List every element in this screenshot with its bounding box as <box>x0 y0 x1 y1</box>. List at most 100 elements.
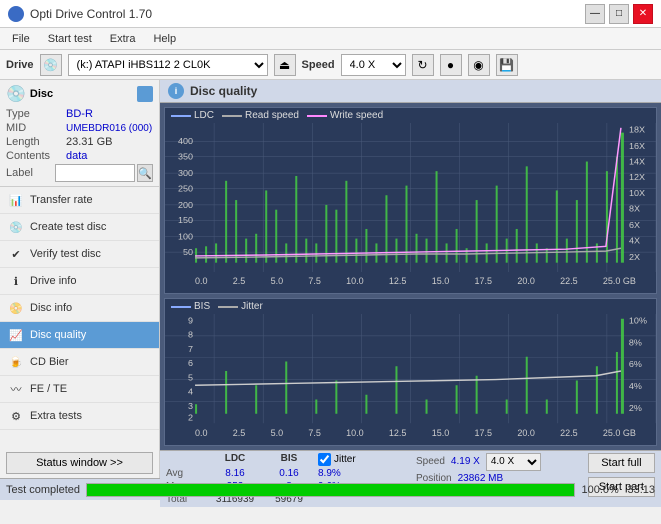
legend-bis: BIS <box>171 301 210 312</box>
stats-bar: LDC BIS Jitter Avg 8.16 0.16 8.9% Max 35… <box>160 450 661 507</box>
svg-text:400: 400 <box>178 136 193 146</box>
minimize-button[interactable]: — <box>585 4 605 24</box>
ldc-col-header: LDC <box>210 453 260 466</box>
save-button[interactable]: 💾 <box>496 54 518 76</box>
disc-label-input[interactable] <box>55 164 135 182</box>
progress-bar-outer <box>86 483 575 497</box>
legend-read-label: Read speed <box>245 110 299 121</box>
nav-items: 📊 Transfer rate 💿 Create test disc ✔ Ver… <box>0 187 159 448</box>
charts-container: LDC Read speed Write speed <box>160 103 661 450</box>
chart1-legend: LDC Read speed Write speed <box>165 108 656 123</box>
svg-text:4X: 4X <box>629 236 640 246</box>
legend-jitter-label: Jitter <box>241 301 263 312</box>
legend-read: Read speed <box>222 110 299 121</box>
svg-text:12X: 12X <box>629 172 645 182</box>
sidebar-item-disc-quality[interactable]: 📈 Disc quality <box>0 322 159 349</box>
sidebar-item-label: Extra tests <box>30 410 82 422</box>
sidebar-item-label: Create test disc <box>30 221 106 233</box>
content-header-title: Disc quality <box>190 84 257 98</box>
content-header: i Disc quality <box>160 80 661 103</box>
status-text: Test completed <box>6 484 80 496</box>
svg-text:10X: 10X <box>629 188 645 198</box>
jitter-color <box>218 306 238 308</box>
eject-button[interactable]: ⏏ <box>274 54 296 76</box>
chart2-svg: 9 8 7 6 5 4 3 2 10% 8% 6% 4% <box>165 314 656 423</box>
menu-bar: File Start test Extra Help <box>0 28 661 50</box>
drive-select[interactable]: (k:) ATAPI iHBS112 2 CL0K <box>68 54 268 76</box>
disc-type-value: BD-R <box>66 108 93 120</box>
disc-label-search-btn[interactable]: 🔍 <box>137 164 153 182</box>
sidebar-item-label: Disc quality <box>30 329 86 341</box>
drive-info-icon: ℹ <box>8 273 24 289</box>
sidebar-item-create-test-disc[interactable]: 💿 Create test disc <box>0 214 159 241</box>
svg-text:6X: 6X <box>629 220 640 230</box>
create-test-disc-icon: 💿 <box>8 219 24 235</box>
close-button[interactable]: ✕ <box>633 4 653 24</box>
drive-label: Drive <box>6 59 34 71</box>
verify-test-disc-icon: ✔ <box>8 246 24 262</box>
start-full-button[interactable]: Start full <box>588 453 655 473</box>
disc-contents-row: Contents data <box>6 150 153 162</box>
sidebar-item-drive-info[interactable]: ℹ Drive info <box>0 268 159 295</box>
sidebar-item-extra-tests[interactable]: ⚙ Extra tests <box>0 403 159 430</box>
jitter-checkbox[interactable] <box>318 453 331 466</box>
sidebar-item-verify-test-disc[interactable]: ✔ Verify test disc <box>0 241 159 268</box>
svg-text:300: 300 <box>178 168 193 178</box>
maximize-button[interactable]: □ <box>609 4 629 24</box>
menu-extra[interactable]: Extra <box>102 32 144 46</box>
chart2-x-axis: 0.0 2.5 5.0 7.5 10.0 12.5 15.0 17.5 20.0… <box>165 427 656 439</box>
disc-length-label: Length <box>6 136 66 148</box>
disc-mid-row: MID UMEBDR016 (000) <box>6 122 153 134</box>
sidebar-item-label: FE / TE <box>30 383 67 395</box>
menu-help[interactable]: Help <box>145 32 184 46</box>
title-bar: Opti Drive Control 1.70 — □ ✕ <box>0 0 661 28</box>
sidebar-item-transfer-rate[interactable]: 📊 Transfer rate <box>0 187 159 214</box>
drive-icon[interactable]: 💿 <box>40 54 62 76</box>
sidebar-item-disc-info[interactable]: 📀 Disc info <box>0 295 159 322</box>
disc-label: Disc <box>30 88 53 100</box>
speed-stat-select[interactable]: 4.0 X <box>486 453 541 471</box>
avg-row-label: Avg <box>166 468 206 479</box>
svg-text:350: 350 <box>178 152 193 162</box>
chart1-svg: 400 350 300 250 200 150 100 50 18X 16X 1… <box>165 123 656 272</box>
svg-text:16X: 16X <box>629 141 645 151</box>
chart1-x-axis: 0.0 2.5 5.0 7.5 10.0 12.5 15.0 17.5 20.0… <box>165 275 656 287</box>
chart2-panel: BIS Jitter <box>164 298 657 445</box>
app-logo <box>8 6 24 22</box>
sidebar-item-label: CD Bier <box>30 356 69 368</box>
disc-btn1[interactable]: ● <box>440 54 462 76</box>
fe-te-icon: 〰 <box>8 381 24 397</box>
svg-text:2X: 2X <box>629 252 640 262</box>
progress-percent: 100.0% <box>581 484 621 496</box>
disc-length-row: Length 23.31 GB <box>6 136 153 148</box>
disc-type-label: Type <box>6 108 66 120</box>
disc-section: 💿 Disc Type BD-R MID UMEBDR016 (000) Len… <box>0 80 159 187</box>
status-window-button[interactable]: Status window >> <box>6 452 153 474</box>
svg-text:250: 250 <box>178 184 193 194</box>
app-title: Opti Drive Control 1.70 <box>30 7 152 21</box>
read-color <box>222 115 242 117</box>
sidebar-item-fe-te[interactable]: 〰 FE / TE <box>0 376 159 403</box>
ldc-color <box>171 115 191 117</box>
sidebar-item-label: Verify test disc <box>30 248 101 260</box>
svg-text:8: 8 <box>188 330 193 340</box>
transfer-rate-icon: 📊 <box>8 192 24 208</box>
content-area: i Disc quality LDC Read speed <box>160 80 661 478</box>
jitter-avg: 8.9% <box>318 468 398 479</box>
disc-btn2[interactable]: ◉ <box>468 54 490 76</box>
sidebar-item-cd-bier[interactable]: 🍺 CD Bier <box>0 349 159 376</box>
speed-stat-label: Speed <box>416 456 445 467</box>
speed-select[interactable]: 4.0 X <box>341 54 406 76</box>
disc-thumb <box>137 86 153 102</box>
disc-mid-value: UMEBDR016 (000) <box>66 123 152 134</box>
speed-icon[interactable]: ↻ <box>412 54 434 76</box>
menu-start-test[interactable]: Start test <box>40 32 100 46</box>
extra-tests-icon: ⚙ <box>8 408 24 424</box>
chart2-legend: BIS Jitter <box>165 299 656 314</box>
speed-stat-value: 4.19 X <box>451 456 480 467</box>
speed-label: Speed <box>302 59 335 71</box>
svg-text:6: 6 <box>188 359 193 369</box>
svg-text:10%: 10% <box>629 316 647 326</box>
legend-write: Write speed <box>307 110 383 121</box>
menu-file[interactable]: File <box>4 32 38 46</box>
